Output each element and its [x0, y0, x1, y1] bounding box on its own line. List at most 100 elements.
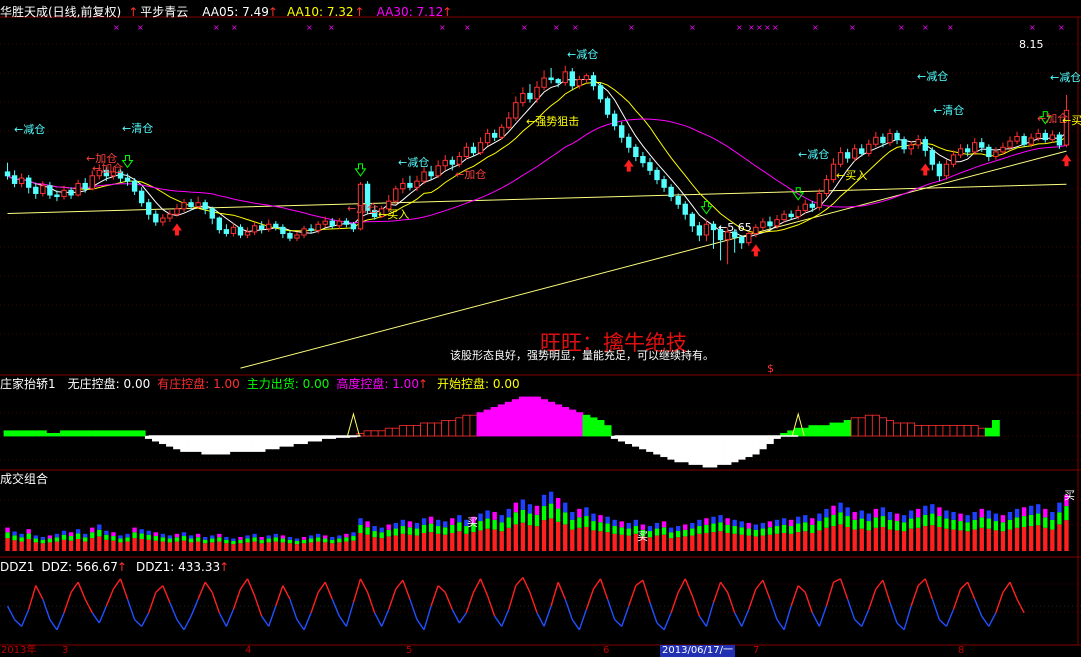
ddz-segment — [755, 579, 764, 590]
ddz-segment — [846, 598, 856, 620]
candle-body — [336, 220, 343, 227]
volume-bar — [1021, 507, 1027, 517]
axis-month-3: 3 — [62, 645, 69, 656]
ind1-bar — [935, 425, 944, 437]
formula-name[interactable]: 平步青云 — [140, 5, 188, 19]
volume-bar — [139, 529, 144, 534]
axis-cursor-date[interactable]: 2013/06/17/一 — [660, 645, 736, 657]
volume-bar — [400, 533, 406, 551]
ddz-segment — [402, 579, 411, 600]
volume-bar — [245, 542, 250, 551]
analysis-comment: 该股形态良好，强势明显，量能充足，可以继续持有。 — [450, 349, 714, 362]
volume-bar — [1050, 512, 1055, 520]
volume-bar — [195, 533, 201, 538]
candle-body — [273, 223, 279, 228]
buy-arrow-icon — [1061, 154, 1072, 167]
volume-bar — [1050, 529, 1055, 551]
ind1-bar — [624, 435, 633, 445]
ind1-bar — [483, 409, 492, 437]
ind1-bar — [497, 404, 506, 437]
candle-body — [626, 136, 632, 148]
candle-body — [153, 213, 159, 223]
ddz-segment — [529, 592, 538, 614]
ind2-name[interactable]: 成交组合 — [0, 472, 48, 486]
volume-bar — [125, 537, 130, 542]
signal-reduce-3: ←减仓 — [567, 48, 599, 61]
volume-bar — [301, 536, 307, 540]
volume-bar — [351, 532, 356, 537]
volume-bar — [591, 513, 596, 522]
volume-bar — [139, 533, 144, 539]
candle-body — [181, 202, 187, 210]
ind1-bar — [991, 419, 1000, 437]
volume-bar — [485, 518, 490, 529]
ddz-segment — [112, 578, 122, 590]
ind1-bar — [300, 435, 308, 445]
buy-arrow-icon — [171, 223, 182, 236]
volume-bar — [188, 535, 194, 539]
ddz-segment — [995, 592, 1004, 614]
signal-buy: ←买入 — [378, 208, 410, 221]
volume-bar — [323, 535, 328, 539]
ddz-segment — [571, 619, 580, 631]
axis-month-8: 8 — [958, 645, 965, 656]
ind1-bar — [363, 430, 372, 437]
volume-bar — [944, 528, 949, 551]
volume-bar — [351, 536, 356, 541]
formula-arrow-icon: ↑ — [128, 5, 139, 19]
ddz-segment — [409, 598, 418, 620]
volume-bar — [817, 530, 822, 551]
ddz-segment — [261, 615, 270, 627]
ind1-bar — [441, 419, 450, 437]
volume-bar — [916, 527, 921, 551]
volume-bar — [993, 521, 999, 531]
candle-body — [315, 223, 321, 231]
volume-bar — [1021, 516, 1027, 527]
ddz-segment — [324, 581, 333, 600]
ind1-bar — [469, 414, 478, 437]
volume-bar — [153, 536, 158, 541]
volume-bar — [252, 537, 257, 542]
ddz-segment — [472, 578, 482, 593]
ddz-segment — [169, 602, 178, 620]
volume-bar — [944, 510, 949, 519]
volume-bar — [238, 543, 243, 551]
volume-bar — [817, 513, 822, 522]
volume-bar — [633, 519, 639, 527]
volume-bar — [400, 519, 406, 527]
candle-body — [124, 177, 131, 182]
candle-body — [844, 152, 851, 159]
volume-bar — [252, 533, 257, 538]
volume-bar — [435, 526, 441, 534]
ind1-bar — [3, 430, 12, 437]
candle-body — [774, 219, 780, 227]
volume-bar — [5, 538, 10, 551]
volume-bar — [1007, 519, 1013, 530]
volume-bar — [90, 538, 95, 551]
candle-body — [329, 220, 335, 227]
candle-body — [11, 175, 18, 184]
candle-body — [188, 202, 194, 208]
candle-body — [499, 126, 505, 138]
volume-bar — [930, 513, 935, 526]
ind1-bar — [60, 430, 68, 437]
candle-body — [703, 223, 710, 236]
volume-bar — [838, 512, 843, 525]
ddz-segment — [945, 609, 955, 627]
volume-bar — [598, 531, 603, 551]
ind1-name[interactable]: 庄家抬轿1 — [0, 377, 56, 391]
volume-bar — [690, 528, 695, 536]
volume-bar — [661, 527, 667, 535]
chart-stage[interactable]: × × × × × × × × × × × × × × × × × × × × × × × × × 华胜天成(日线,前复权) ↑ 平… — [0, 0, 1081, 657]
volume-bar — [181, 540, 187, 551]
ind3-name[interactable]: DDZ1 — [0, 560, 34, 574]
ind1-dealer: 有庄控盘: 1.00 — [157, 377, 240, 391]
volume-bar — [19, 533, 24, 538]
stock-title[interactable]: 华胜天成(日线,前复权) — [0, 5, 121, 19]
ind1-main: 主力出货: 0.00 — [246, 377, 330, 391]
ma10-arrow-icon: ↑ — [354, 5, 365, 19]
volume-bar — [146, 534, 151, 540]
ind1-bar — [886, 419, 894, 437]
volume-bar — [435, 533, 441, 551]
ddz-arrow-icon: ↑ — [116, 560, 127, 574]
